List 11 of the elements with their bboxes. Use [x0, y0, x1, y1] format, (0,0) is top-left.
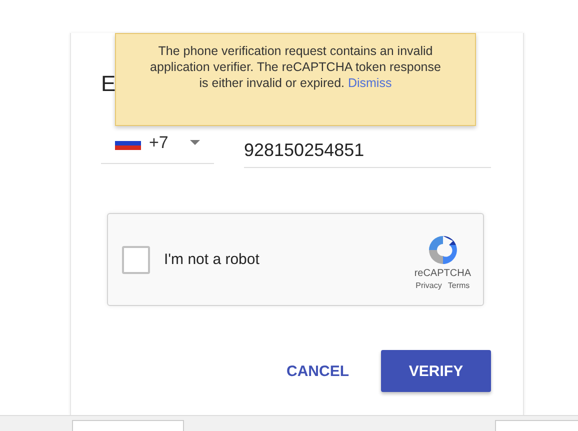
cancel-button[interactable]: CANCEL — [284, 350, 351, 392]
verify-button[interactable]: VERIFY — [381, 350, 491, 392]
captcha-checkbox[interactable] — [122, 246, 150, 274]
captcha-link[interactable]: Privacy — [416, 280, 442, 290]
dismiss-link[interactable]: Dismiss — [348, 76, 392, 90]
captcha-brand: reCAPTCHA — [414, 268, 471, 278]
captcha-label: I'm not a robot — [164, 251, 260, 268]
captcha-link[interactable]: Terms — [448, 280, 470, 290]
toast-message: The phone verification request contains an invalid application verifier. The reCAPTCHA token response is either invalid or expired. Dismiss — [149, 43, 442, 91]
caret-icon — [190, 140, 200, 146]
dialog-heading: E — [101, 71, 116, 97]
